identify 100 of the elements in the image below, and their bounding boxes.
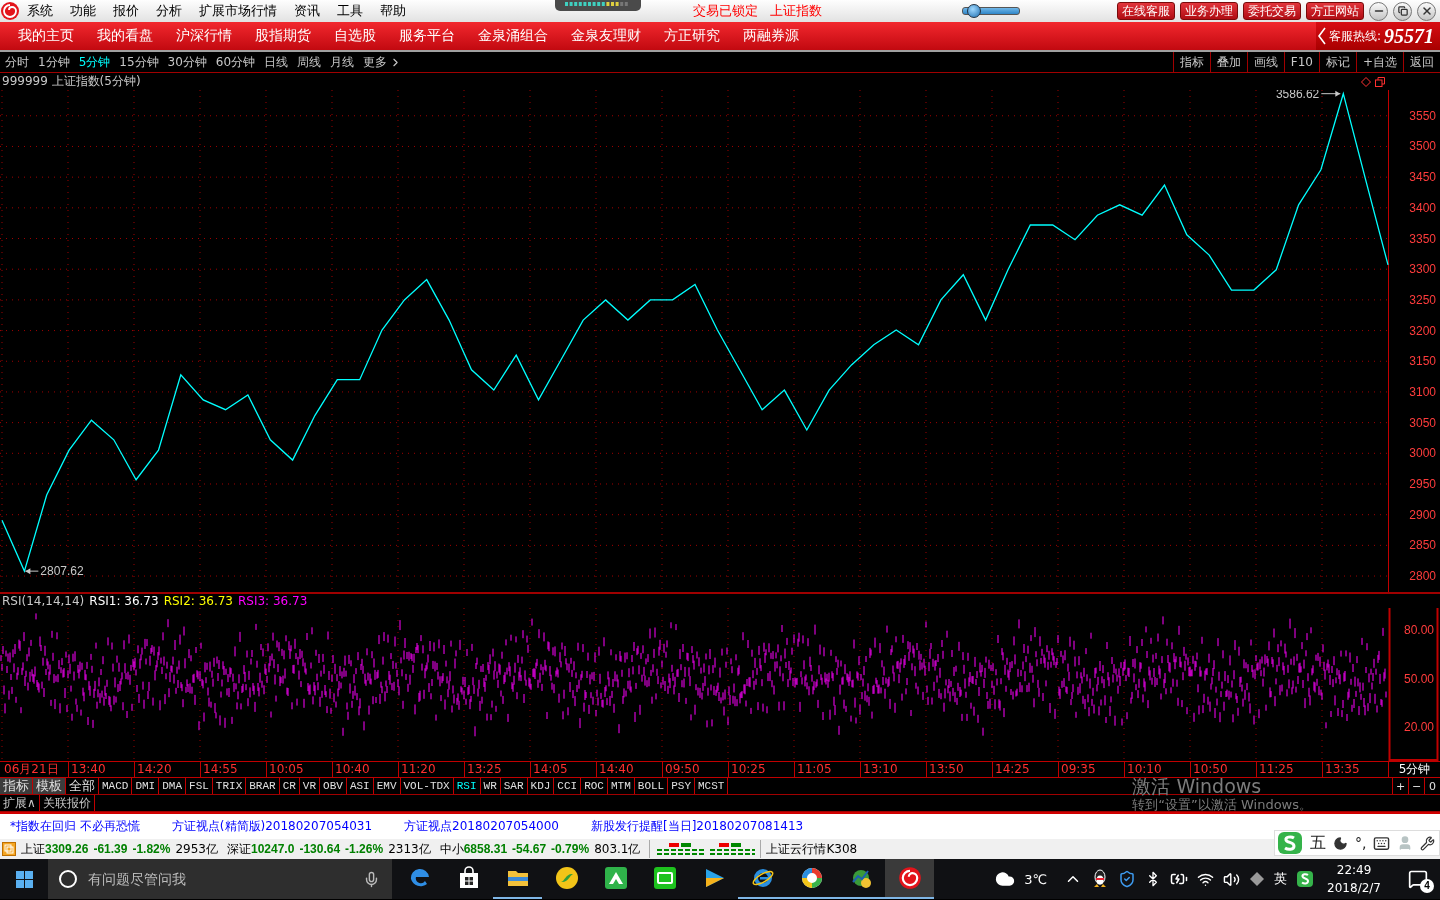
period-tab[interactable]: 分时 [5,53,29,71]
news-link[interactable]: 方证视点20180207054000 [404,818,559,835]
indicator-tab[interactable]: 指标 [0,778,33,794]
indicator-tab[interactable]: CCI [554,778,582,794]
indicator-tab[interactable]: SAR [500,778,528,794]
indicator-tab[interactable]: BRAR [246,778,280,794]
menu-item[interactable]: 系统 [27,2,53,20]
indicator-tab[interactable]: MACD [99,778,133,794]
toolbar-button[interactable]: F10 [1283,52,1319,72]
indicator-tab[interactable]: CR [279,778,300,794]
indicator-tab[interactable]: DMA [159,778,187,794]
toolbar-button[interactable]: 指标 [1172,52,1210,72]
indicator-tab[interactable]: FSL [186,778,213,794]
news-link[interactable]: 方证视点(精简版)20180207054031 [171,818,373,835]
extra-tab[interactable]: 扩展∧ [0,795,40,811]
menu-item[interactable]: 工具 [337,2,363,20]
search-field[interactable]: 有问题尽管问我 [86,870,355,888]
diamond-icon[interactable] [1249,871,1266,887]
menu-item[interactable]: 功能 [70,2,96,20]
menu-item[interactable]: 报价 [113,2,139,20]
minimize-button[interactable] [1369,1,1388,21]
indicator-tab[interactable]: 全部 [66,778,99,794]
news-link[interactable]: 新股发行提醒[当日]20180207081413 [590,818,804,835]
market-name: 中小 [439,840,464,858]
nav-link[interactable]: 自选股 [334,27,376,45]
indicator-tab[interactable]: MCST [695,778,729,794]
header-button[interactable]: 业务办理 [1180,2,1238,20]
header-button[interactable]: 在线客服 [1117,2,1175,20]
indicator-tab[interactable]: EMV [373,778,401,794]
indicator-tab[interactable]: KDJ [527,778,555,794]
period-tab[interactable]: 日线 [264,53,289,71]
indicator-tab[interactable]: ASI [346,778,374,794]
zoom-button[interactable]: − [1408,778,1424,794]
wrench-icon[interactable] [1420,835,1436,851]
menu-item[interactable]: 扩展市场行情 [199,2,277,20]
toolbar-button[interactable]: +自选 [1355,52,1403,72]
nav-link[interactable]: 金泉友理财 [571,27,641,45]
cloud-icon[interactable] [995,869,1016,889]
zoom-button[interactable]: 0 [1424,778,1440,794]
nav-link[interactable]: 沪深行情 [176,27,232,45]
signal-meter-icon [555,0,641,11]
microphone-icon[interactable] [363,870,380,888]
indicator-tab[interactable]: WR [480,778,501,794]
notification-button[interactable]: 4 [1404,865,1432,893]
zoom-button[interactable]: + [1392,778,1408,794]
taskbar-app[interactable] [885,859,934,899]
clock[interactable]: 22:49 2018/2/7 [1327,861,1381,897]
slider-thumb[interactable] [966,4,981,18]
toolbar-button[interactable]: 返回 [1403,52,1440,72]
indicator-tab[interactable]: PSY [668,778,695,794]
input-language[interactable]: 英 [1274,870,1288,888]
period-tab[interactable]: 月线 [330,53,355,71]
restore-button[interactable] [1393,1,1412,21]
keyboard-icon[interactable] [1373,834,1391,852]
nav-link[interactable]: 我的看盘 [97,27,153,45]
indicator-tab[interactable]: RSI [453,778,481,794]
nav-link[interactable]: 服务平台 [399,27,455,45]
search-box[interactable]: 有问题尽管问我 [48,859,392,899]
toolbar-button[interactable]: 画线 [1246,52,1284,72]
indicator-tab[interactable]: VOL-TDX [400,778,454,794]
menu-item[interactable]: 帮助 [380,2,406,20]
close-button[interactable] [1417,1,1436,21]
indicator-tab[interactable]: VR [299,778,321,794]
nav-link[interactable]: 两融券源 [743,27,799,45]
period-tab[interactable]: 60分钟 [215,53,256,71]
toolbar-button[interactable]: 标记 [1318,52,1356,72]
period-tab[interactable]: 30分钟 [167,53,207,71]
nav-link[interactable]: 我的主页 [18,27,74,45]
news-link[interactable]: *指数在回归 不必再恐慌 [10,818,140,835]
indicator-tab[interactable]: MTM [608,778,635,794]
period-tab[interactable]: 15分钟 [119,53,159,71]
indicator-tab[interactable]: ROC [581,778,608,794]
shield-icon[interactable] [1118,870,1137,888]
more-link[interactable]: 更多 [363,53,388,71]
nav-link[interactable]: 金泉涌组合 [478,27,548,45]
indicator-tab[interactable]: BOLL [634,778,669,794]
indicator-tab[interactable]: 模板 [33,778,66,794]
menu-item[interactable]: 资讯 [294,2,320,20]
period-tab[interactable]: 5分钟 [78,53,111,71]
indicator-tab[interactable]: OBV [320,778,347,794]
extra-tab[interactable]: 关联报价 [39,795,95,811]
menu-item[interactable]: 分析 [156,2,182,20]
indicator-tab[interactable]: TRIX [212,778,247,794]
moon-icon[interactable] [1333,835,1348,851]
volume-icon[interactable] [1223,870,1241,888]
windows-icon [15,870,33,888]
restore-icon[interactable] [1375,76,1385,87]
indicator-tab[interactable]: DMI [132,778,160,794]
toolbar-button[interactable]: 叠加 [1209,52,1247,72]
market-price: 6858.31 [463,842,508,856]
ime-logo-icon[interactable] [1296,870,1315,888]
header-button[interactable]: 委托交易 [1243,2,1301,20]
nav-link[interactable]: 股指期货 [255,27,311,45]
nav-link[interactable]: 方正研究 [664,27,720,45]
punctuation-mode[interactable]: °, [1355,835,1367,851]
ime-mode[interactable]: 五 [1310,832,1326,854]
header-button[interactable]: 方正网站 [1306,2,1364,20]
period-tab[interactable]: 周线 [297,53,322,71]
period-tab[interactable]: 1分钟 [38,53,70,71]
slider-track[interactable] [962,7,1020,15]
